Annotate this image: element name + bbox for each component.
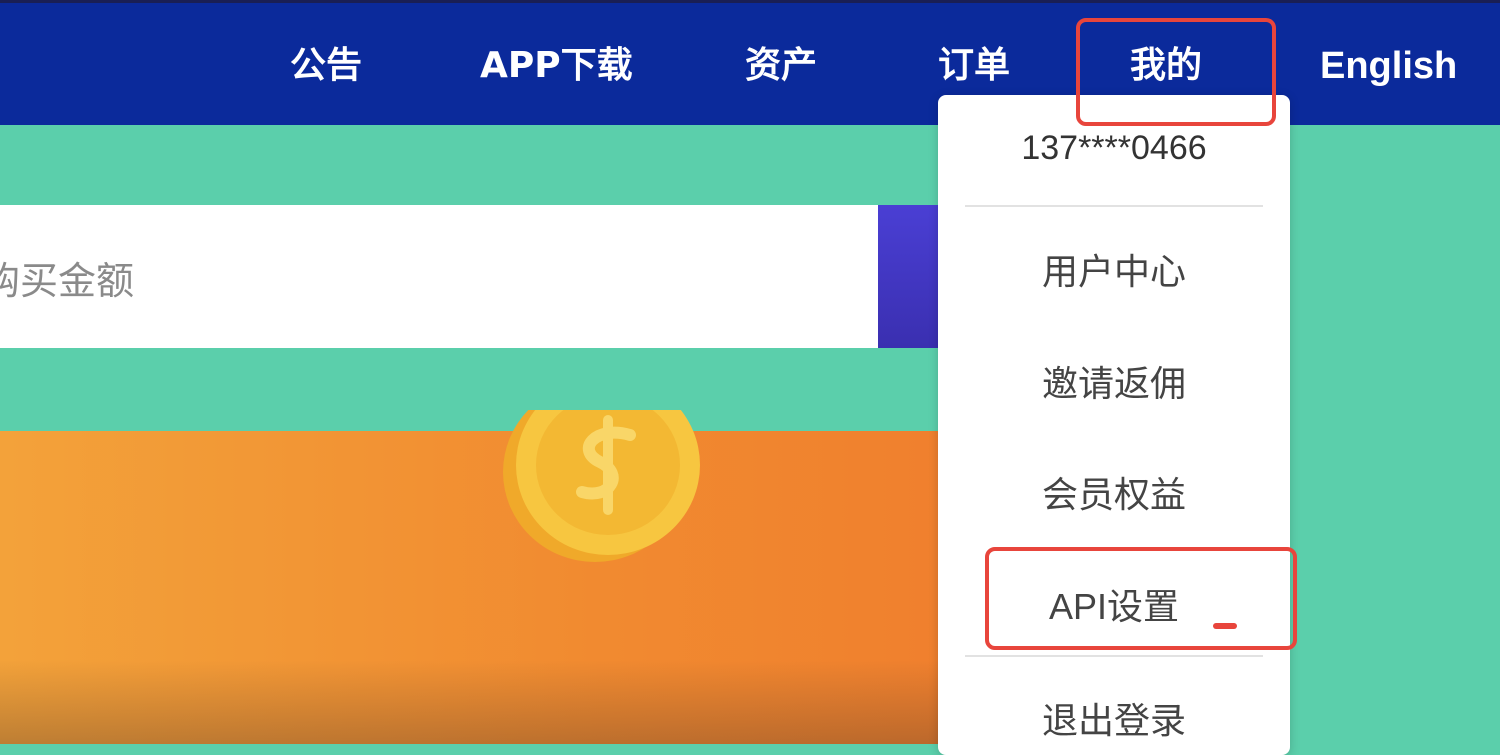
nav-orders[interactable]: 订单 (938, 43, 1010, 89)
nav-mine[interactable]: 我的 (1130, 43, 1202, 89)
amount-input[interactable] (0, 205, 878, 348)
dropdown-invite-rebate[interactable]: 邀请返佣 (938, 355, 1290, 407)
user-phone-number: 137****0466 (1021, 129, 1207, 167)
nav-language-english[interactable]: English (1320, 43, 1457, 89)
nav-app-download[interactable]: APP下载 (480, 43, 633, 89)
dropdown-user-center[interactable]: 用户中心 (938, 243, 1290, 295)
nav-announcement[interactable]: 公告 (290, 43, 362, 89)
nav-assets[interactable]: 资产 (745, 43, 817, 89)
cursor-mark (1213, 623, 1237, 629)
dropdown-member-benefits[interactable]: 会员权益 (938, 466, 1290, 518)
right-teal-panel (1290, 125, 1500, 744)
dropdown-api-settings[interactable]: API设置 (938, 578, 1290, 630)
dropdown-divider (965, 655, 1263, 657)
dropdown-logout[interactable]: 退出登录 (938, 692, 1290, 744)
coin-icon (503, 410, 700, 562)
dropdown-divider (965, 205, 1263, 207)
